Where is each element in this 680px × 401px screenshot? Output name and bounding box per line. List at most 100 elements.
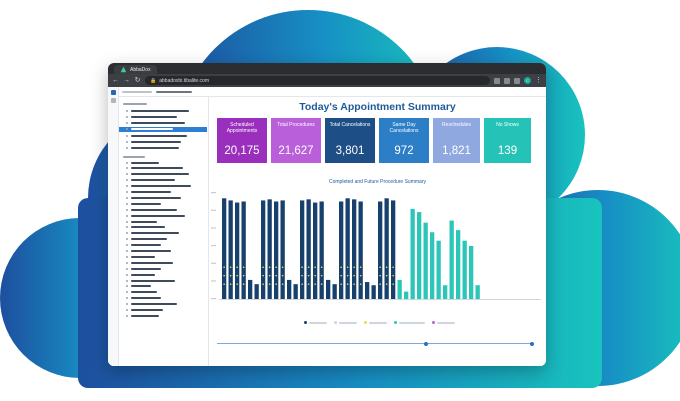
- kpi-tile[interactable]: No Shows 139: [484, 118, 531, 163]
- bar-completed[interactable]: [293, 284, 298, 299]
- tree-item[interactable]: [119, 184, 207, 189]
- tree-item[interactable]: [119, 296, 207, 301]
- bar-completed[interactable]: [332, 284, 337, 299]
- bookmark-icon[interactable]: [504, 77, 510, 84]
- tree-label-placeholder: [131, 147, 179, 150]
- tree-item[interactable]: [119, 231, 207, 236]
- bar-future[interactable]: [397, 279, 402, 299]
- tree-item[interactable]: [119, 243, 207, 248]
- kpi-tile[interactable]: Total Cancelations 3,801: [325, 118, 375, 163]
- tree-bullet-icon: [126, 202, 128, 205]
- tree-item[interactable]: [119, 172, 207, 177]
- tree-item[interactable]: [119, 121, 207, 126]
- tree-item[interactable]: [119, 195, 207, 200]
- tree-item[interactable]: [119, 219, 207, 224]
- tree-item[interactable]: [119, 302, 207, 307]
- data-marker: [242, 274, 245, 277]
- forward-arrow-icon[interactable]: →: [123, 77, 130, 84]
- slider-handle-start[interactable]: [424, 341, 428, 346]
- tree-bullet-icon: [126, 261, 128, 264]
- tree-item[interactable]: [119, 266, 207, 271]
- kpi-tile[interactable]: Total Procedures 21,627: [271, 118, 321, 163]
- back-arrow-icon[interactable]: ←: [112, 77, 119, 84]
- pages-icon[interactable]: [110, 98, 116, 103]
- bar-future[interactable]: [469, 246, 474, 299]
- bar-completed[interactable]: [287, 279, 292, 299]
- bar-future[interactable]: [417, 212, 422, 299]
- tree-item[interactable]: [119, 178, 207, 183]
- tree-item[interactable]: [119, 146, 207, 151]
- legend-item-purple[interactable]: [432, 321, 455, 324]
- tree-label-placeholder: [131, 191, 171, 193]
- tree-group[interactable]: [119, 101, 207, 106]
- tree-item[interactable]: [119, 290, 207, 295]
- report-tab-1[interactable]: [122, 90, 152, 93]
- bar-future[interactable]: [443, 285, 448, 299]
- tree-bullet-icon: [126, 214, 128, 217]
- tree-item[interactable]: [119, 225, 207, 230]
- tree-item[interactable]: [119, 313, 207, 318]
- bar-future[interactable]: [456, 230, 461, 299]
- bar-future[interactable]: [423, 222, 428, 299]
- tree-item[interactable]: [119, 254, 207, 259]
- browser-tab[interactable]: AbbaDox: [114, 65, 157, 74]
- tree-item[interactable]: [119, 108, 207, 113]
- tree-bullet-icon: [126, 147, 128, 150]
- bar-completed[interactable]: [254, 284, 259, 299]
- kpi-tile[interactable]: Same Day Cancelations 972: [379, 118, 429, 163]
- legend-label-placeholder: [437, 321, 455, 324]
- date-range-slider[interactable]: [217, 341, 534, 346]
- tree-item[interactable]: [119, 160, 207, 165]
- legend-item-completed[interactable]: [304, 321, 327, 324]
- extensions-icon[interactable]: [494, 77, 500, 84]
- tree-item[interactable]: [119, 272, 207, 277]
- profile-avatar[interactable]: C: [524, 77, 531, 84]
- tree-item[interactable]: [119, 249, 207, 254]
- tree-item[interactable]: [119, 237, 207, 242]
- legend-item-future[interactable]: [334, 321, 357, 324]
- legend-item-marker[interactable]: [364, 321, 387, 324]
- bar-future[interactable]: [410, 208, 415, 299]
- kpi-value: 139: [497, 145, 518, 157]
- tree-item[interactable]: [119, 114, 207, 119]
- tree-item[interactable]: [119, 278, 207, 283]
- tree-item[interactable]: [119, 133, 207, 138]
- kpi-tile[interactable]: Scheduled Appointments 20,175: [217, 118, 267, 163]
- tree-item[interactable]: [119, 166, 207, 171]
- document-icon[interactable]: [110, 90, 116, 95]
- data-marker: [340, 266, 342, 268]
- tree-label-placeholder: [131, 220, 157, 223]
- bar-future[interactable]: [404, 291, 409, 299]
- data-marker: [262, 283, 264, 285]
- tree-item[interactable]: [119, 201, 207, 206]
- bar-future[interactable]: [462, 240, 467, 299]
- bar-completed[interactable]: [326, 279, 331, 299]
- tree-label-placeholder: [131, 185, 191, 188]
- address-bar[interactable]: 🔒 abbadoxbi.tibalite.com: [145, 76, 490, 85]
- bar-future[interactable]: [436, 240, 441, 299]
- tree-item[interactable]: [119, 213, 207, 218]
- sidebar-toggle-icon[interactable]: [514, 77, 520, 84]
- tree-bullet-icon: [126, 196, 128, 199]
- tree-item[interactable]: [119, 190, 207, 195]
- tree-bullet-icon: [126, 185, 128, 188]
- tree-group[interactable]: [119, 154, 207, 159]
- report-tab-2[interactable]: [156, 90, 192, 93]
- bar-completed[interactable]: [365, 282, 370, 299]
- tree-item[interactable]: [119, 308, 207, 313]
- tree-item[interactable]: [119, 126, 207, 132]
- reload-icon[interactable]: ↻: [134, 77, 141, 84]
- bar-completed[interactable]: [248, 279, 253, 299]
- menu-dots-icon[interactable]: ⋮: [535, 77, 542, 84]
- legend-item-teal[interactable]: [394, 321, 425, 324]
- tree-item[interactable]: [119, 207, 207, 212]
- bar-completed[interactable]: [371, 285, 376, 299]
- tree-item[interactable]: [119, 284, 207, 289]
- tree-item[interactable]: [119, 260, 207, 265]
- bar-future[interactable]: [430, 232, 435, 299]
- bar-future[interactable]: [449, 220, 454, 299]
- slider-handle-end[interactable]: [530, 341, 534, 346]
- kpi-tile[interactable]: Reschedules 1,821: [433, 118, 480, 163]
- bar-future[interactable]: [475, 285, 480, 299]
- tree-item[interactable]: [119, 140, 207, 145]
